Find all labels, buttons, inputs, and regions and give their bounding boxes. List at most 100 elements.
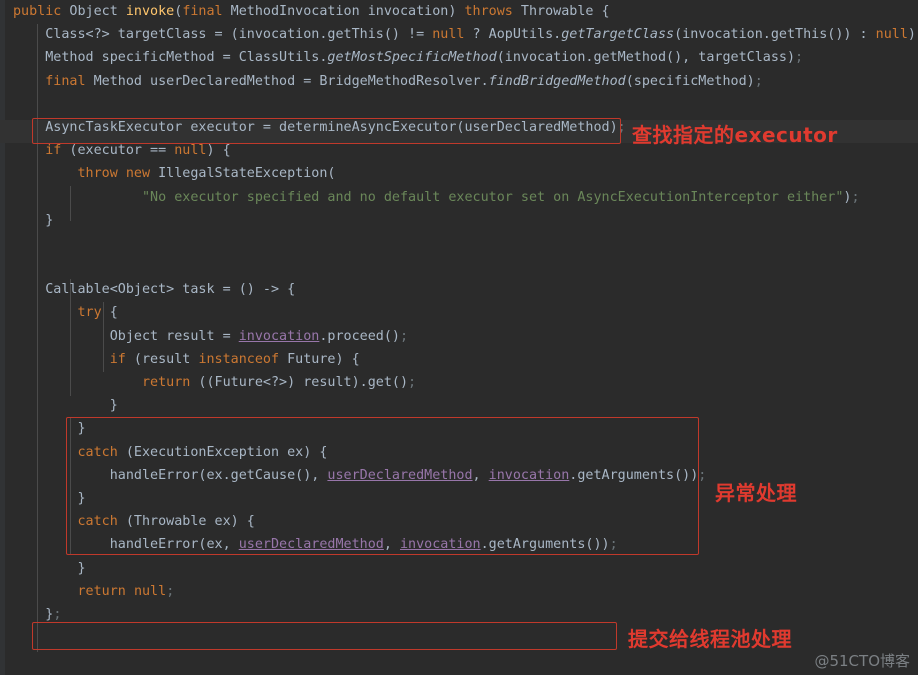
code-token: } [13, 606, 54, 622]
code-token: (ExecutionException ex) { [117, 444, 328, 460]
code-token: return [77, 583, 126, 599]
code-token: userDeclaredMethod [238, 537, 384, 553]
code-line: Callable<Object> task = () -> { [0, 278, 918, 301]
code-token: .proceed() [319, 328, 400, 344]
code-token: handleError(ex.getCause(), [13, 467, 328, 483]
code-line: Object result = invocation.proceed(); [0, 325, 918, 348]
code-token: throw [77, 166, 118, 182]
code-line: } [0, 394, 918, 417]
code-token: ; [795, 50, 804, 66]
code-line: try { [0, 301, 918, 324]
code-token: IllegalStateException( [150, 166, 336, 182]
code-token: ) { [206, 143, 231, 159]
code-line: final Method userDeclaredMethod = Bridge… [0, 70, 918, 93]
code-token: invocation [488, 467, 570, 483]
code-token: } [13, 398, 118, 414]
code-line: } [0, 557, 918, 580]
code-token: .getArguments()) [480, 537, 610, 553]
code-token: final [182, 4, 223, 19]
code-token: , [383, 537, 400, 553]
code-line: catch (ExecutionException ex) { [0, 441, 918, 464]
code-token: handleError(ex, [13, 537, 239, 553]
code-line: } [0, 417, 918, 440]
code-token: if [45, 143, 62, 159]
code-line: public Object invoke(final MethodInvocat… [0, 0, 918, 23]
code-token: null [133, 583, 167, 599]
code-token: Object [61, 4, 126, 19]
code-token: } [13, 560, 86, 576]
code-token: ; [408, 375, 417, 390]
code-line: return null; [0, 580, 918, 603]
code-editor-content[interactable]: public Object invoke(final MethodInvocat… [0, 0, 918, 675]
code-token: return [142, 375, 191, 390]
code-token: public [13, 4, 62, 19]
code-token: ; [53, 606, 62, 622]
code-token: Method userDeclaredMethod = BridgeMethod… [85, 73, 489, 89]
code-token: ; [698, 467, 707, 483]
code-token: ; [754, 73, 763, 89]
code-line: catch (Throwable ex) { [0, 510, 918, 533]
code-line: Class<?> targetClass = (invocation.getTh… [0, 23, 918, 46]
code-token: null [432, 27, 465, 43]
code-token: catch [77, 514, 118, 530]
code-screenshot: public Object invoke(final MethodInvocat… [0, 0, 918, 675]
code-token: null [875, 27, 908, 43]
annotation-executor: 查找指定的executor [632, 123, 838, 147]
code-token: getMostSpecificMethod [327, 50, 497, 66]
code-token: (invocation.getMethod(), targetClass) [496, 50, 796, 66]
code-token: ) [907, 27, 916, 43]
code-token: Throwable { [512, 4, 610, 19]
code-token: ; [166, 583, 175, 599]
code-token: ? AopUtils. [464, 27, 562, 43]
code-token: (invocation.getThis()) : [674, 27, 876, 43]
code-token: instanceof [198, 351, 280, 367]
code-token: Callable<Object> task = () -> { [13, 282, 296, 298]
code-token: ; [617, 119, 626, 135]
code-token: (result [125, 351, 199, 367]
code-line: handleError(ex, userDeclaredMethod, invo… [0, 533, 918, 556]
code-token: invoke [125, 4, 175, 19]
code-token: catch [77, 444, 118, 460]
code-token: getTargetClass [561, 27, 675, 43]
code-token: new [125, 166, 151, 182]
code-token: ; [851, 189, 860, 205]
code-token: (specificMethod) [625, 73, 755, 89]
code-token: ((Future<?>) result).get() [190, 375, 409, 390]
code-token: } [13, 421, 86, 437]
code-token: ; [609, 537, 618, 553]
code-token: userDeclaredMethod [327, 467, 473, 483]
code-token: "No executor specified and no default ex… [142, 189, 844, 205]
code-token: } [13, 212, 54, 228]
code-token: } [13, 490, 86, 506]
code-token: AsyncTaskExecutor executor = determineAs… [13, 119, 618, 135]
code-token: MethodInvocation invocation) [222, 4, 465, 19]
code-token: .getArguments()) [569, 467, 699, 483]
code-token: invocation [238, 328, 320, 344]
code-token: Object result = [13, 328, 239, 344]
watermark: @51CTO博客 [814, 652, 910, 670]
code-token: { [101, 305, 118, 321]
code-token: Future) { [279, 351, 360, 367]
code-line: return ((Future<?>) result).get(); [0, 371, 918, 394]
annotation-submit: 提交给线程池处理 [628, 627, 792, 651]
code-line: "No executor specified and no default ex… [0, 186, 918, 209]
code-token: Class<?> targetClass = (invocation.getTh… [13, 27, 433, 43]
code-token: invocation [399, 537, 481, 553]
code-token: (Throwable ex) { [117, 514, 255, 530]
code-token: , [472, 467, 489, 483]
code-token: ; [399, 328, 409, 344]
